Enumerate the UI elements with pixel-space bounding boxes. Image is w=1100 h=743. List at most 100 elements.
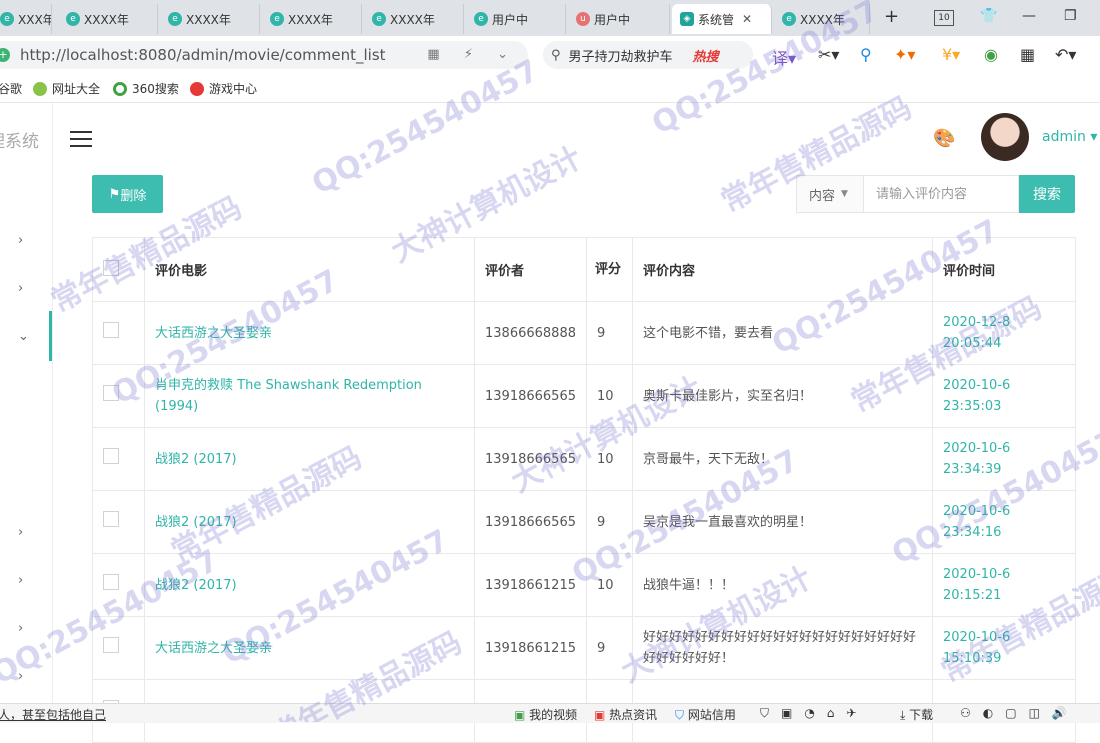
cell-time: 2020-10-6 20:15:21: [932, 553, 1076, 617]
row-checkbox[interactable]: [103, 447, 119, 464]
bookmark-item[interactable]: 谷歌: [0, 80, 22, 97]
play-icon: ▣: [514, 708, 526, 722]
bookmark-item[interactable]: 网址大全: [33, 80, 100, 97]
header-content[interactable]: 评价内容: [632, 237, 933, 302]
row-checkbox[interactable]: [103, 384, 119, 401]
header-time[interactable]: 评价时间: [932, 237, 1076, 302]
cell-movie[interactable]: 战狼2 (2017): [144, 490, 475, 554]
cell-movie[interactable]: 战狼2 (2017): [144, 427, 475, 491]
browser-tab[interactable]: e XXX年: [0, 4, 52, 34]
header-movie[interactable]: 评价电影: [144, 237, 475, 302]
browser-tab-bar: e XXX年 e XXXX年 e XXXX年 e XXXX年 e XXXX年 e 用户中 u…: [0, 0, 1100, 36]
cell-content: 吴京是我一直最喜欢的明星！: [632, 490, 933, 554]
status-item-news[interactable]: ▣ 热点资讯: [594, 706, 657, 723]
site-icon: ◈: [680, 12, 694, 26]
cell-content: 好好好好好好好好好好好好好好好好好好好好好好好好好好好！: [632, 616, 933, 680]
browser-tab[interactable]: e XXXX年: [58, 4, 158, 34]
cell-time: 2020-12-8 20:05:44: [932, 301, 1076, 365]
browser-tab[interactable]: e XXXX年: [364, 4, 464, 34]
chevron-right-icon[interactable]: ›: [18, 281, 23, 296]
status-item-videos[interactable]: ▣ 我的视频: [514, 706, 577, 723]
row-checkbox[interactable]: [103, 321, 119, 338]
cell-time: 2020-10-6 15:10:39: [932, 616, 1076, 680]
select-all-checkbox[interactable]: [103, 259, 119, 276]
table-row: 战狼2 (2017) 13918666565 10 京哥最牛，天下无敌！ 202…: [92, 427, 1076, 491]
new-tab-icon[interactable]: +: [884, 6, 899, 27]
cell-movie[interactable]: 战狼2 (2017): [144, 553, 475, 617]
site-icon: e: [0, 12, 14, 26]
bookmark-item[interactable]: 360搜索: [113, 80, 179, 97]
undo-icon[interactable]: ↶▾: [1055, 45, 1076, 64]
status-tool-icons[interactable]: ⛉▣◔⌂✈: [760, 706, 868, 721]
chevron-right-icon[interactable]: ›: [18, 669, 23, 684]
delete-button[interactable]: ⚑ 删除: [92, 175, 163, 213]
table-row: 战狼2 (2017) 13918661215 10 战狼牛逼！！！ 2020-1…: [92, 553, 1076, 617]
status-item-download[interactable]: ⤓ 下载: [900, 706, 933, 723]
site-icon: e: [66, 12, 80, 26]
status-item-credit[interactable]: ⛉ 网站信用: [675, 706, 736, 723]
search-button[interactable]: 搜索: [1019, 175, 1075, 213]
magnifier-icon[interactable]: ⚲: [860, 45, 872, 64]
hot-search-badge[interactable]: 热搜: [693, 46, 719, 65]
browser-search-box[interactable]: ⚲ 男子持刀劫救护车 热搜: [543, 41, 753, 69]
cell-score: 10: [586, 364, 633, 428]
restore-icon[interactable]: ❐: [1064, 8, 1077, 24]
browser-status-bar: 人，甚至包括他自己 ▣ 我的视频 ▣ 热点资讯 ⛉ 网站信用 ⛉▣◔⌂✈ ⤓ 下…: [0, 703, 1100, 723]
browser-tab-active[interactable]: ◈ 系统管 ✕: [672, 4, 772, 34]
cell-content: 这个电影不错，要去看: [632, 301, 933, 365]
url-text[interactable]: http://localhost:8080/admin/movie/commen…: [20, 46, 386, 64]
chevron-down-icon[interactable]: ⌄: [18, 329, 29, 344]
username[interactable]: admin ▾: [1042, 129, 1097, 145]
shirt-icon[interactable]: 👕: [980, 8, 997, 24]
status-right-icons[interactable]: ⚇◐▢◫🔊: [960, 706, 1079, 720]
row-checkbox[interactable]: [103, 573, 119, 590]
chevron-right-icon[interactable]: ›: [18, 621, 23, 636]
secure-icon: +: [0, 48, 10, 62]
bookmark-item[interactable]: 游戏中心: [190, 80, 257, 97]
globe-icon: [33, 81, 47, 96]
palette-icon[interactable]: 🎨: [933, 128, 955, 149]
header-reviewer[interactable]: 评价者: [474, 237, 587, 302]
cell-score: 10: [586, 553, 633, 617]
chevron-right-icon[interactable]: ›: [18, 573, 23, 588]
browser-tab[interactable]: u 用户中: [568, 4, 670, 34]
cell-content: 战狼牛逼！！！: [632, 553, 933, 617]
news-icon: ▣: [594, 708, 606, 722]
row-checkbox[interactable]: [103, 510, 119, 527]
row-checkbox[interactable]: [103, 636, 119, 653]
menu-toggle-icon[interactable]: [70, 131, 92, 152]
browser-tab[interactable]: e 用户中: [466, 4, 566, 34]
filter-select[interactable]: 内容 ▼: [796, 175, 864, 213]
cell-reviewer: 13918661215: [474, 616, 587, 680]
avatar[interactable]: [981, 113, 1029, 161]
url-action-icons[interactable]: ▦ ⚡ ⌄: [427, 47, 518, 62]
header-score[interactable]: 评分: [586, 237, 633, 302]
chevron-right-icon[interactable]: ›: [18, 233, 23, 248]
admin-app: 理系统 › › ⌄ › › › › 🎨 admin ▾ ⚑删除 内容▼ 搜索 评…: [0, 103, 1100, 743]
cell-score: 10: [586, 427, 633, 491]
coupon-icon[interactable]: ¥▾: [942, 45, 960, 64]
cell-time: 2020-10-6 23:35:03: [932, 364, 1076, 428]
cell-movie[interactable]: 肖申克的救赎 The Shawshank Redemption (1994): [144, 364, 475, 428]
url-box[interactable]: + http://localhost:8080/admin/movie/comm…: [0, 41, 528, 69]
tab-count[interactable]: 10: [934, 10, 954, 26]
browser-tab[interactable]: e XXXX年: [160, 4, 260, 34]
cell-movie[interactable]: 大话西游之大圣娶亲: [144, 616, 475, 680]
brand-title: 理系统: [0, 132, 39, 152]
close-icon[interactable]: ✕: [742, 12, 752, 26]
translate-icon[interactable]: 译▾: [772, 45, 796, 69]
browser-search-text[interactable]: 男子持刀劫救护车: [569, 46, 673, 65]
cell-reviewer: 13866668888: [474, 301, 587, 365]
site-icon: e: [168, 12, 182, 26]
scissors-icon[interactable]: ✂▾: [818, 45, 839, 64]
extension-icon[interactable]: ◉: [984, 45, 998, 64]
minimize-icon[interactable]: —: [1022, 8, 1036, 24]
browser-tab[interactable]: e XXXX年: [774, 4, 870, 34]
search-input[interactable]: [864, 175, 1019, 213]
cell-time: 2020-10-6 23:34:39: [932, 427, 1076, 491]
browser-tab[interactable]: e XXXX年: [262, 4, 362, 34]
cell-movie[interactable]: 大话西游之大圣娶亲: [144, 301, 475, 365]
game-icon[interactable]: ✦▾: [894, 45, 915, 64]
apps-grid-icon[interactable]: ▦: [1020, 45, 1035, 64]
chevron-right-icon[interactable]: ›: [18, 525, 23, 540]
